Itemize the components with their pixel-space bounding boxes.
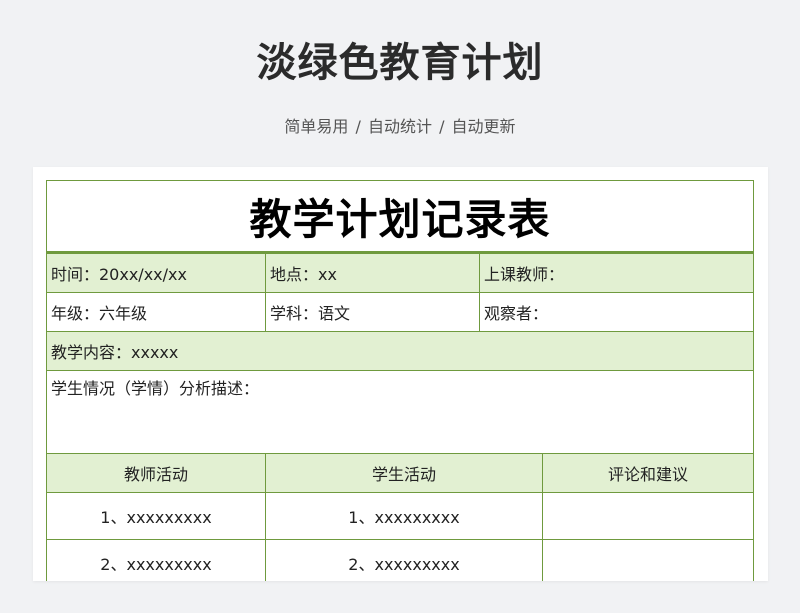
comment-cell[interactable] (541, 492, 755, 540)
teacher-activity-cell[interactable]: 1、xxxxxxxxx (46, 492, 266, 540)
page-title: 淡绿色教育计划 (256, 40, 544, 86)
column-header-student[interactable]: 学生活动 (265, 453, 543, 493)
column-header-comment[interactable]: 评论和建议 (541, 453, 755, 493)
spreadsheet: 教学计划记录表 时间：20xx/xx/xx 地点：xx 上课教师： 年级：六年级… (45, 180, 755, 581)
grade-cell[interactable]: 年级：六年级 (46, 292, 266, 332)
observer-cell[interactable]: 观察者： (478, 292, 755, 332)
subject-cell[interactable]: 学科：语文 (265, 292, 480, 332)
comment-cell[interactable] (541, 539, 755, 581)
content-cell[interactable]: 教学内容：xxxxx (45, 331, 755, 371)
column-header-teacher[interactable]: 教师活动 (46, 453, 266, 493)
teacher-cell[interactable]: 上课教师： (478, 252, 755, 293)
document-card: 教学计划记录表 时间：20xx/xx/xx 地点：xx 上课教师： 年级：六年级… (33, 167, 768, 581)
analysis-cell[interactable]: 学生情况（学情）分析描述： (45, 370, 755, 454)
teacher-activity-cell[interactable]: 2、xxxxxxxxx (46, 539, 266, 581)
page-subtitle: 简单易用 / 自动统计 / 自动更新 (284, 117, 516, 136)
student-activity-cell[interactable]: 2、xxxxxxxxx (265, 539, 543, 581)
location-cell[interactable]: 地点：xx (265, 252, 480, 293)
teaching-plan-table: 教学计划记录表 时间：20xx/xx/xx 地点：xx 上课教师： 年级：六年级… (45, 180, 755, 581)
sheet-title[interactable]: 教学计划记录表 (45, 180, 755, 254)
student-activity-cell[interactable]: 1、xxxxxxxxx (265, 492, 543, 540)
time-cell[interactable]: 时间：20xx/xx/xx (46, 252, 266, 293)
